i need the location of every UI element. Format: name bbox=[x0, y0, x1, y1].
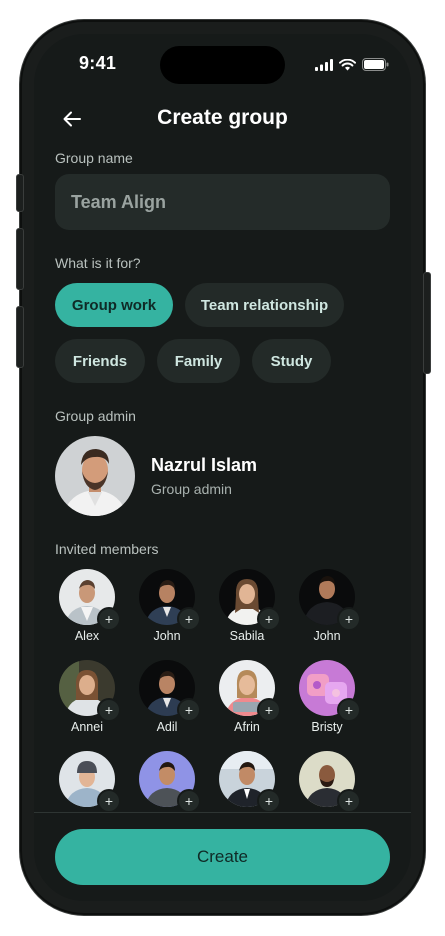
mute-switch bbox=[16, 174, 24, 212]
add-member-button[interactable]: + bbox=[337, 607, 361, 631]
group-name-label: Group name bbox=[55, 150, 133, 166]
member-item[interactable]: + John bbox=[287, 569, 367, 649]
add-member-button[interactable]: + bbox=[97, 607, 121, 631]
member-name: John bbox=[153, 629, 181, 643]
add-member-button[interactable]: + bbox=[257, 698, 281, 722]
chip-family[interactable]: Family bbox=[157, 339, 240, 383]
member-item[interactable]: + bbox=[47, 751, 127, 812]
member-item[interactable]: + bbox=[287, 751, 367, 812]
admin-role: Group admin bbox=[151, 481, 232, 497]
power-button bbox=[423, 272, 431, 374]
member-name: Sabila bbox=[229, 629, 265, 643]
add-member-button[interactable]: + bbox=[337, 789, 361, 812]
status-icons bbox=[315, 58, 389, 71]
add-member-button[interactable]: + bbox=[97, 789, 121, 812]
member-item[interactable]: + Adil bbox=[127, 660, 207, 740]
members-label: Invited members bbox=[55, 541, 159, 557]
add-member-button[interactable]: + bbox=[177, 789, 201, 812]
member-name: Afrin bbox=[234, 720, 260, 734]
member-item[interactable]: + Sabila bbox=[207, 569, 287, 649]
status-time: 9:41 bbox=[79, 53, 117, 73]
member-item[interactable]: + Alex bbox=[47, 569, 127, 649]
footer-divider bbox=[34, 812, 411, 813]
battery-icon bbox=[362, 58, 389, 71]
page-title: Create group bbox=[157, 106, 288, 129]
admin-name: Nazrul Islam bbox=[151, 455, 258, 475]
member-name: Annei bbox=[71, 720, 103, 734]
create-button[interactable]: Create bbox=[55, 829, 390, 885]
add-member-button[interactable]: + bbox=[97, 698, 121, 722]
member-name: Alex bbox=[74, 629, 100, 643]
volume-down-button bbox=[16, 306, 24, 368]
admin-section-label: Group admin bbox=[55, 408, 136, 424]
dynamic-island bbox=[160, 46, 285, 84]
chip-friends[interactable]: Friends bbox=[55, 339, 145, 383]
status-bar: 9:41 bbox=[34, 34, 411, 94]
add-member-button[interactable]: + bbox=[257, 789, 281, 812]
add-member-button[interactable]: + bbox=[337, 698, 361, 722]
group-name-value: Team Align bbox=[71, 192, 167, 212]
add-member-button[interactable]: + bbox=[177, 607, 201, 631]
chip-team-relationship[interactable]: Team relationship bbox=[185, 283, 344, 327]
member-item[interactable]: + bbox=[127, 751, 207, 812]
admin-avatar bbox=[55, 436, 135, 516]
purpose-label: What is it for? bbox=[55, 255, 141, 271]
member-name: Adil bbox=[156, 720, 178, 734]
chip-study[interactable]: Study bbox=[252, 339, 331, 383]
header: Create group bbox=[34, 102, 411, 136]
member-item[interactable]: + bbox=[207, 751, 287, 812]
member-item[interactable]: + John bbox=[127, 569, 207, 649]
member-item[interactable]: + Annei bbox=[47, 660, 127, 740]
member-item[interactable]: + Afrin bbox=[207, 660, 287, 740]
wifi-icon bbox=[339, 58, 356, 70]
member-item[interactable]: + Bristy bbox=[287, 660, 367, 740]
signal-icon bbox=[315, 58, 333, 71]
member-name: Bristy bbox=[311, 720, 343, 734]
member-name: John bbox=[313, 629, 341, 643]
members-grid: + Alex + John + Sabila + John + Annei + … bbox=[34, 569, 411, 812]
screen: 9:41 Create group Group name Team Align … bbox=[34, 34, 411, 901]
group-name-input[interactable]: Team Align bbox=[55, 174, 390, 230]
chip-group-work[interactable]: Group work bbox=[55, 283, 173, 327]
add-member-button[interactable]: + bbox=[257, 607, 281, 631]
add-member-button[interactable]: + bbox=[177, 698, 201, 722]
volume-up-button bbox=[16, 228, 24, 290]
